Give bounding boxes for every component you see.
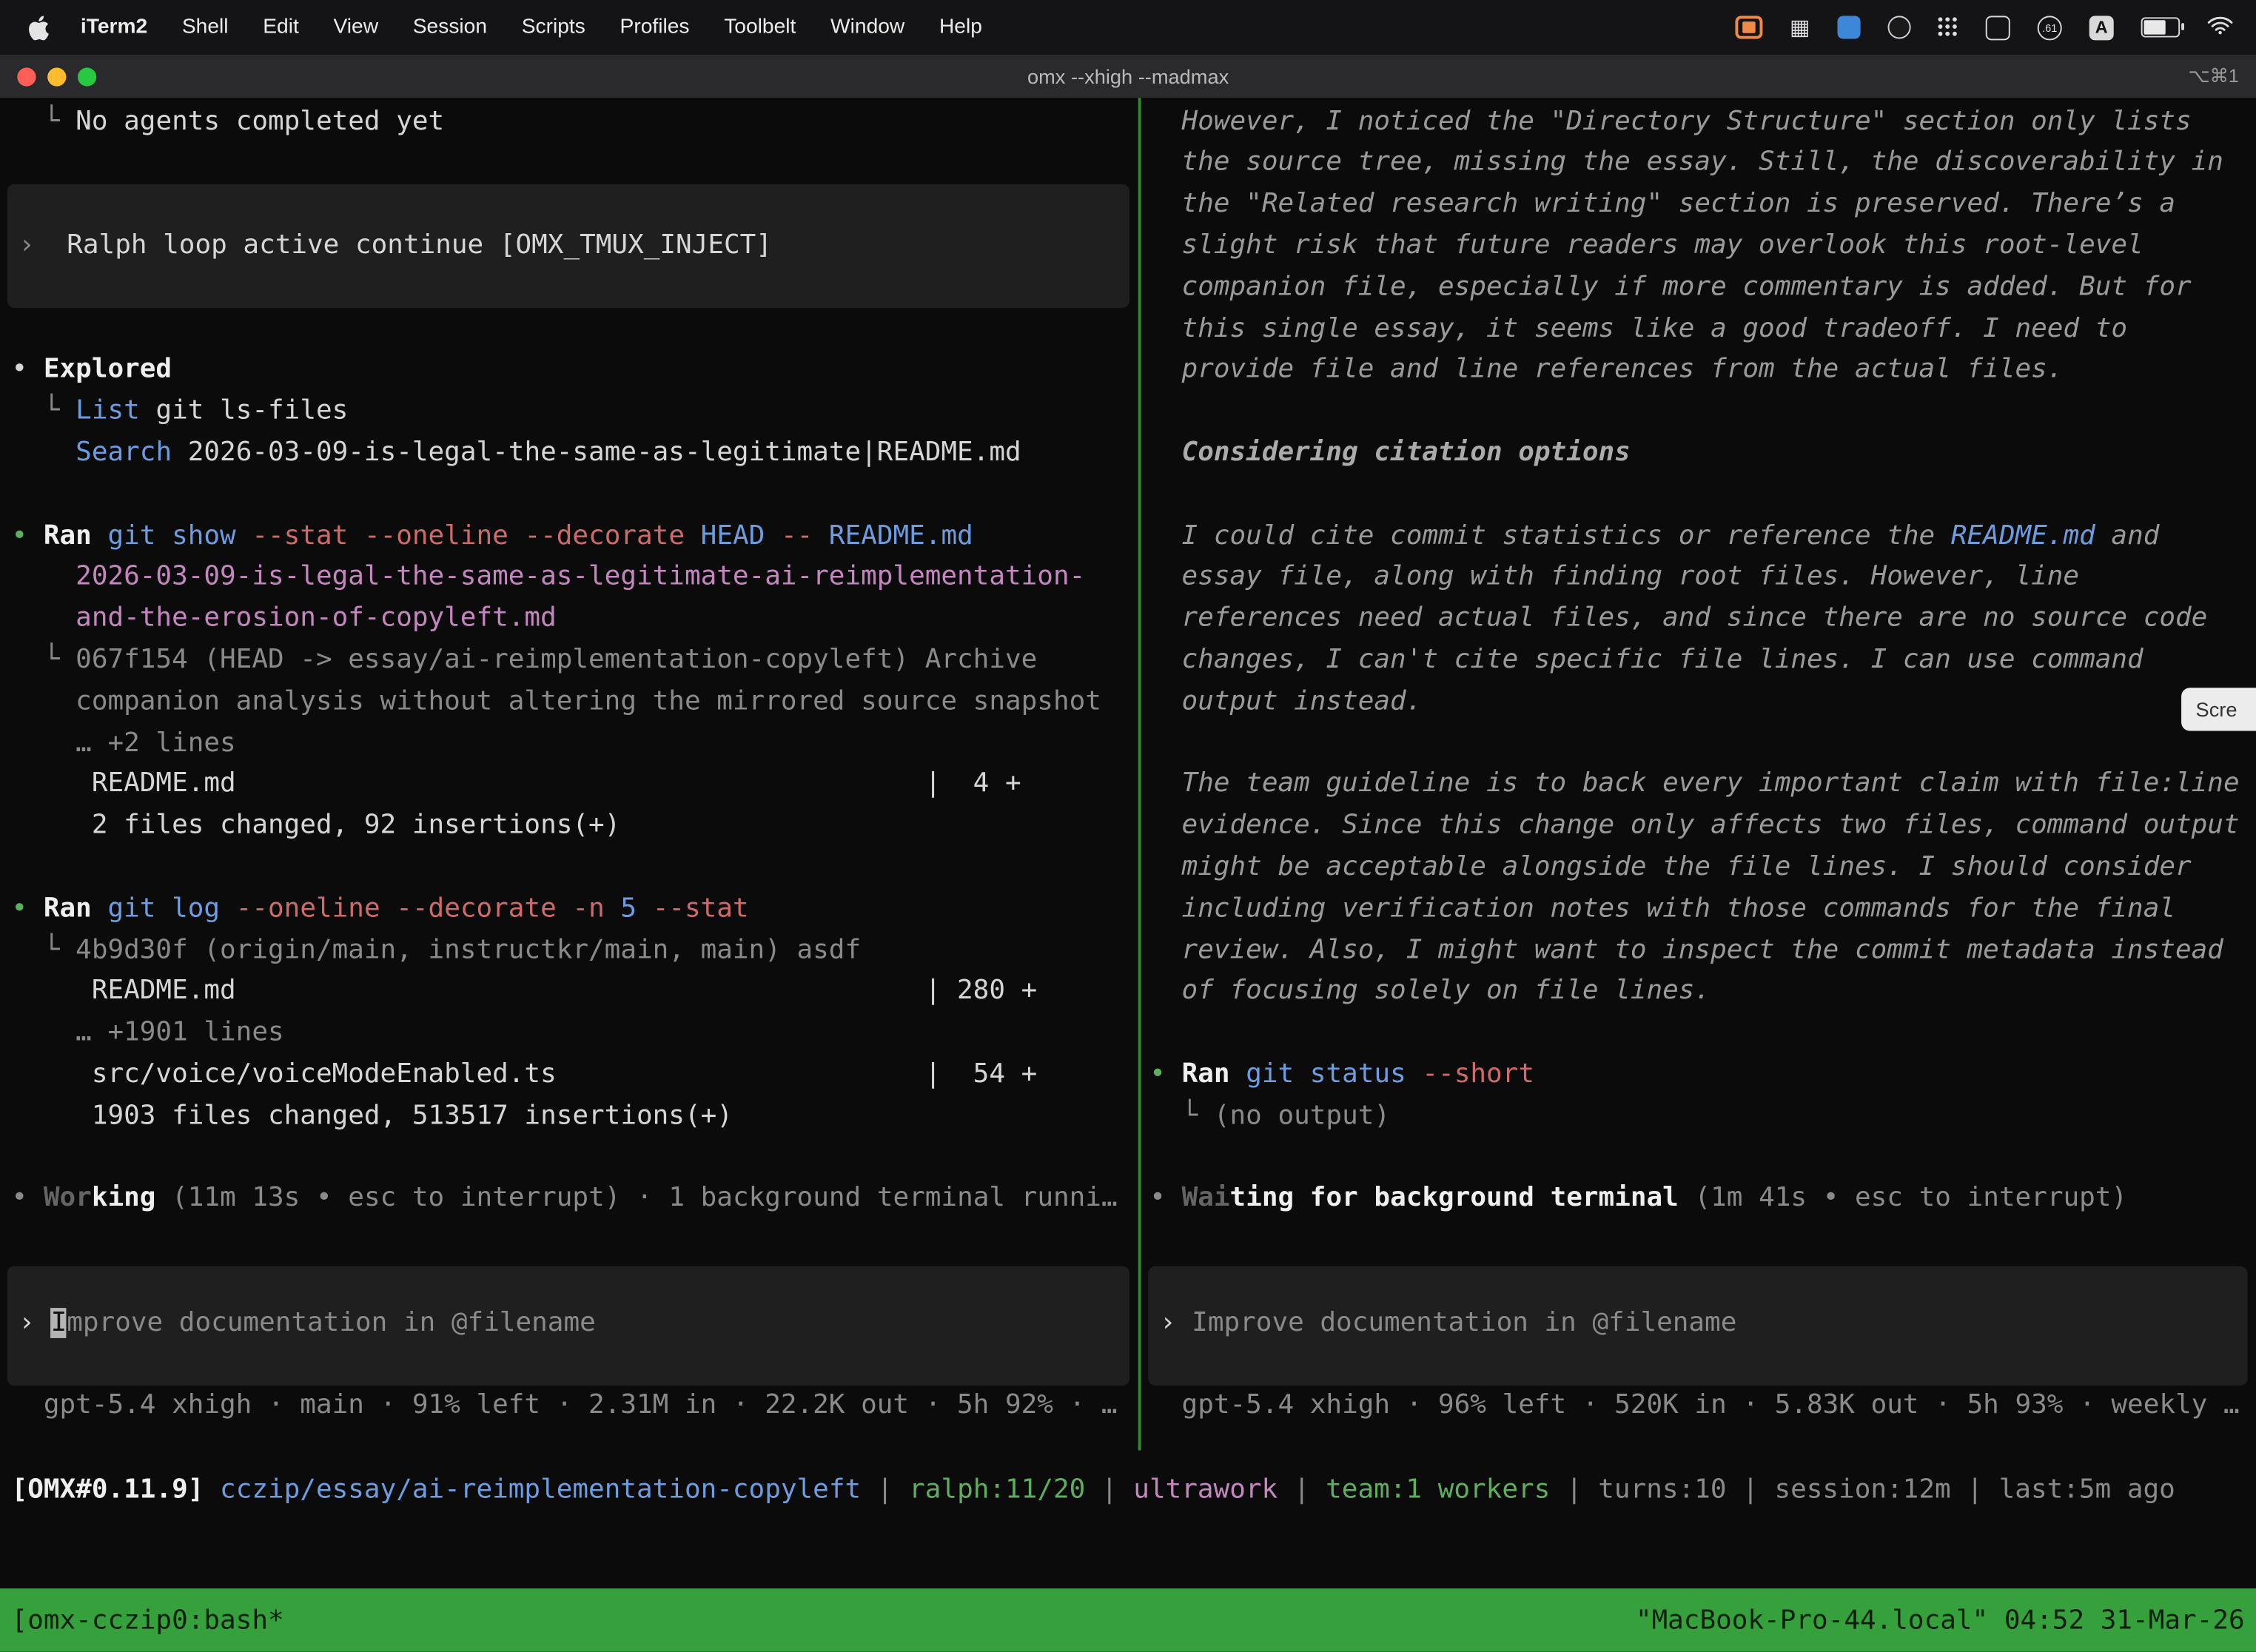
terminal-line: the source tree, missing the essay. Stil… [1141, 143, 2256, 184]
thinking-heading: Considering citation options [1141, 433, 2256, 474]
menu-item-shell[interactable]: Shell [182, 16, 229, 38]
terminal-line: changes, I can't cite specific file line… [1141, 640, 2256, 682]
screen: iTerm2 Shell Edit View Session Scripts Profile… [0, 0, 2256, 1652]
terminal-line: 1903 files changed, 513517 insertions(+) [0, 1096, 1138, 1138]
waiting-status-line: • Waiting for background terminal (1m 41… [1141, 1179, 2256, 1220]
terminal-area: └ No agents completed yet › Ralph loop ac… [0, 98, 2256, 1450]
terminal-line: Search 2026-03-09-is-legal-the-same-as-l… [0, 433, 1138, 474]
terminal-pane-left[interactable]: └ No agents completed yet › Ralph loop ac… [0, 98, 1138, 1450]
terminal-line: the "Related research writing" section i… [1141, 184, 2256, 226]
terminal-line: 2 files changed, 92 insertions(+) [0, 806, 1138, 847]
window-shortcut-label: ⌥⌘1 [2188, 64, 2238, 87]
terminal-line: output instead. [1141, 682, 2256, 723]
tmux-host-clock-label: "MacBook-Pro-44.local" 04:52 31-Mar-26 [1636, 1605, 2245, 1636]
menu-item-edit[interactable]: Edit [263, 16, 299, 38]
tmux-session-label: [omx-cczip0:bash* [12, 1605, 284, 1636]
ran-command-line: • Ran git status --short [1141, 1055, 2256, 1096]
ran-command-line: • Ran git log --oneline --decorate -n 5 … [0, 889, 1138, 930]
terminal-line: src/voice/voiceModeEnabled.ts | 54 + [0, 1055, 1138, 1096]
terminal-line: └ List git ls-files [0, 392, 1138, 433]
screen-recording-indicator-icon[interactable] [1735, 16, 1762, 38]
model-status-line: gpt-5.4 xhigh · 96% left · 520K in · 5.8… [1141, 1386, 2256, 1428]
screen-overlay-button[interactable]: Scre [2181, 688, 2256, 731]
menu-item-session[interactable]: Session [413, 16, 487, 38]
terminal-pane-right[interactable]: However, I noticed the "Directory Struct… [1141, 98, 2256, 1450]
tmux-status-bar: [omx-cczip0:bash* "MacBook-Pro-44.local"… [0, 1588, 2256, 1652]
terminal-line: companion analysis without altering the … [0, 682, 1138, 723]
terminal-line: └ 067f154 (HEAD -> essay/ai-reimplementa… [0, 640, 1138, 682]
ran-command-line: • Ran git show --stat --oneline --decora… [0, 516, 1138, 557]
terminal-line: README.md | 280 + [0, 972, 1138, 1013]
model-status-line: gpt-5.4 xhigh · main · 91% left · 2.31M … [0, 1386, 1138, 1428]
terminal-line: evidence. Since this change only affects… [1141, 806, 2256, 847]
menu-item-iterm2[interactable]: iTerm2 [81, 16, 147, 38]
terminal-line: However, I noticed the "Directory Struct… [1141, 101, 2256, 143]
grid-app-icon[interactable]: ▦ [1790, 16, 1810, 38]
menu-item-view[interactable]: View [333, 16, 378, 38]
terminal-line: essay file, along with finding root file… [1141, 557, 2256, 599]
apple-menu-icon[interactable] [29, 14, 52, 40]
terminal-line: The team guideline is to back every impo… [1141, 765, 2256, 806]
battery-icon[interactable] [2141, 17, 2180, 37]
terminal-line: slight risk that future readers may over… [1141, 226, 2256, 267]
omx-status-text: [OMX#0.11.9] cczip/essay/ai-reimplementa… [12, 1474, 2175, 1505]
terminal-line: might be acceptable alongside the file l… [1141, 847, 2256, 889]
ralph-loop-banner: › Ralph loop active continue [OMX_TMUX_I… [7, 184, 1129, 308]
menu-item-window[interactable]: Window [830, 16, 904, 38]
blue-app-icon[interactable] [1837, 16, 1860, 38]
input-source-icon[interactable]: A [2089, 15, 2114, 39]
wifi-icon[interactable] [2207, 15, 2233, 39]
terminal-line: this single essay, it seems like a good … [1141, 309, 2256, 350]
terminal-line: of focusing solely on file lines. [1141, 972, 2256, 1013]
omx-status-bar: [OMX#0.11.9] cczip/essay/ai-reimplementa… [0, 1470, 2256, 1511]
dots-grid-icon[interactable] [1938, 17, 1958, 37]
terminal-line: review. Also, I might want to inspect th… [1141, 930, 2256, 972]
dark-app-icon[interactable] [1888, 16, 1911, 38]
agents-status-line: └ No agents completed yet [0, 101, 1138, 143]
terminal-line: and-the-erosion-of-copyleft.md [0, 599, 1138, 640]
working-status-line: • Working (11m 13s • esc to interrupt) ·… [0, 1179, 1138, 1220]
menu-item-help[interactable]: Help [939, 16, 982, 38]
menu-item-toolbelt[interactable]: Toolbelt [724, 16, 796, 38]
prompt-input[interactable]: › Improve documentation in @filename [7, 1266, 1129, 1386]
terminal-line: including verification notes with those … [1141, 889, 2256, 930]
menu-status-icons: ▦ .61 A [1735, 15, 2233, 39]
menu-item-scripts[interactable]: Scripts [522, 16, 585, 38]
prompt-input[interactable]: › Improve documentation in @filename [1148, 1266, 2247, 1386]
app-icon[interactable] [1986, 15, 2010, 39]
terminal-line: README.md | 4 + [0, 765, 1138, 806]
explored-header: • Explored [0, 350, 1138, 392]
terminal-line: └ (no output) [1141, 1096, 2256, 1138]
macos-menu-bar: iTerm2 Shell Edit View Session Scripts Profile… [0, 0, 2256, 55]
percent-badge-icon[interactable]: .61 [2038, 15, 2062, 39]
terminal-line: 2026-03-09-is-legal-the-same-as-legitima… [0, 557, 1138, 599]
terminal-line: └ 4b9d30f (origin/main, instructkr/main,… [0, 930, 1138, 972]
menu-item-profiles[interactable]: Profiles [620, 16, 690, 38]
terminal-line: provide file and line references from th… [1141, 350, 2256, 392]
terminal-line: … +1901 lines [0, 1013, 1138, 1055]
menu-items: iTerm2 Shell Edit View Session Scripts Profile… [81, 16, 982, 38]
window-title: omx --xhigh --madmax [0, 64, 2256, 87]
terminal-line: references need actual files, and since … [1141, 599, 2256, 640]
window-title-bar: omx --xhigh --madmax ⌥⌘1 [0, 55, 2256, 98]
terminal-line: companion file, especially if more comme… [1141, 267, 2256, 309]
terminal-line: … +2 lines [0, 723, 1138, 765]
terminal-line: I could cite commit statistics or refere… [1141, 516, 2256, 557]
